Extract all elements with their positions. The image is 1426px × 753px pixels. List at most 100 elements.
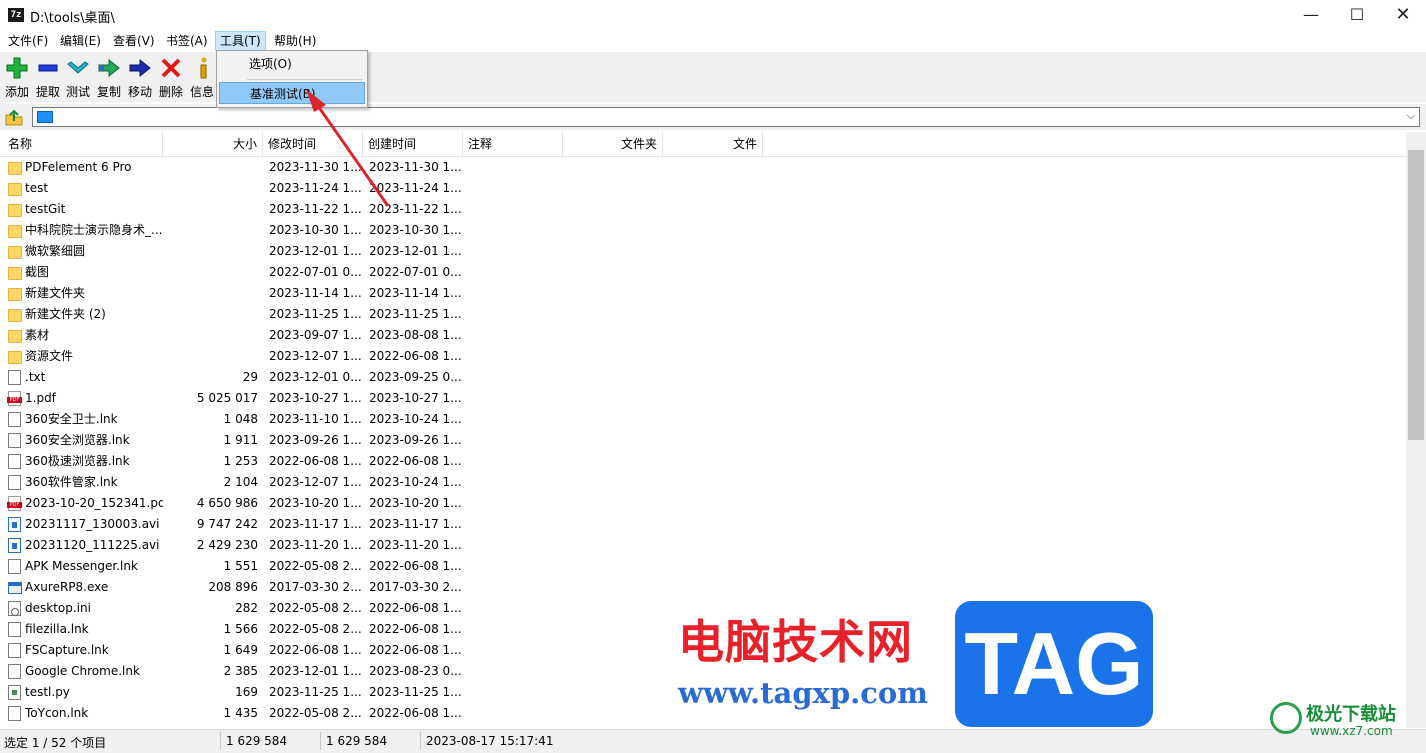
cell-created: 2022-06-08 1... <box>369 601 461 615</box>
extract-label: 提取 <box>35 85 60 99</box>
status-divider <box>420 732 421 750</box>
table-row[interactable]: 360极速浏览器.lnk 1 253 2022-06-08 1... 2022-06-… <box>0 451 1406 472</box>
folder-icon <box>8 330 22 343</box>
menu-help[interactable]: 帮助(H) <box>270 32 320 50</box>
col-comment[interactable]: 注释 <box>463 132 563 156</box>
table-row[interactable]: .txt 29 2023-12-01 0... 2023-09-25 0... <box>0 367 1406 388</box>
toolbar: 添加 提取 测试 复制 移动 删除 信息 <box>0 52 1426 102</box>
cell-modified: 2022-06-08 1... <box>269 454 361 468</box>
table-row[interactable]: 20231117_130003.avi 9 747 242 2023-11-17 1… <box>0 514 1406 535</box>
table-row[interactable]: 360安全浏览器.lnk 1 911 2023-09-26 1... 2023-09-… <box>0 430 1406 451</box>
cell-name: FSCapture.lnk <box>25 643 109 657</box>
scrollbar-thumb[interactable] <box>1408 150 1424 440</box>
file-icon <box>8 412 21 427</box>
copy-button[interactable]: 复制 <box>94 56 124 100</box>
cell-modified: 2023-11-24 1... <box>269 181 361 195</box>
col-files[interactable]: 文件 <box>663 132 763 156</box>
cell-modified: 2023-11-25 1... <box>269 685 361 699</box>
path-input[interactable]: ⌵ <box>32 107 1420 127</box>
cell-created: 2023-11-22 1... <box>369 202 461 216</box>
table-row[interactable]: 360软件管家.lnk 2 104 2023-12-07 1... 2023-10-2… <box>0 472 1406 493</box>
table-row[interactable]: APK Messenger.lnk 1 551 2022-05-08 2... 202… <box>0 556 1406 577</box>
pdf-icon <box>7 496 22 511</box>
cell-created: 2023-11-24 1... <box>369 181 461 195</box>
cell-name: 360安全浏览器.lnk <box>25 433 130 447</box>
table-row[interactable]: test 2023-11-24 1... 2023-11-24 1... <box>0 178 1406 199</box>
cell-size: 1 048 <box>223 412 258 426</box>
table-row[interactable]: PDFelement 6 Pro 2023-11-30 1... 2023-11-3… <box>0 157 1406 178</box>
info-button[interactable]: 信息 <box>187 56 217 100</box>
menu-item-benchmark[interactable]: 基准测试(B) <box>219 82 365 104</box>
cell-size: 169 <box>235 685 258 699</box>
table-row[interactable]: 2023-10-20_152341.pdf 4 650 986 2023-10-20… <box>0 493 1406 514</box>
add-label: 添加 <box>4 85 29 99</box>
maximize-button[interactable]: ☐ <box>1334 0 1380 30</box>
menu-file[interactable]: 文件(F) <box>4 32 52 50</box>
delete-button[interactable]: 删除 <box>156 56 186 100</box>
table-row[interactable]: AxureRP8.exe 208 896 2017-03-30 2... 2017-0… <box>0 577 1406 598</box>
table-row[interactable]: 20231120_111225.avi 2 429 230 2023-11-20 1… <box>0 535 1406 556</box>
table-row[interactable]: 新建文件夹 2023-11-14 1... 2023-11-14 1... <box>0 283 1406 304</box>
cell-size: 9 747 242 <box>196 517 258 531</box>
menu-bar: 文件(F) 编辑(E) 查看(V) 书签(A) 工具(T) 帮助(H) <box>0 30 1426 53</box>
cell-size: 1 649 <box>223 643 258 657</box>
cell-name: 新建文件夹 (2) <box>25 307 106 321</box>
table-row[interactable]: 素材 2023-09-07 1... 2023-08-08 1... <box>0 325 1406 346</box>
title-bar: 7z D:\tools\桌面\ — ☐ ✕ <box>0 0 1426 30</box>
col-name[interactable]: 名称 <box>3 132 163 156</box>
menu-item-options[interactable]: 选项(O) <box>219 53 365 75</box>
file-icon <box>8 475 21 490</box>
status-size-total: 1 629 584 <box>326 734 388 748</box>
menu-view[interactable]: 查看(V) <box>109 32 159 50</box>
cell-name: 20231117_130003.avi <box>25 517 160 531</box>
chevron-down-icon[interactable]: ⌵ <box>1407 109 1415 123</box>
table-row[interactable]: 微软繁细圆 2023-12-01 1... 2023-12-01 1... <box>0 241 1406 262</box>
cell-size: 2 104 <box>223 475 258 489</box>
cell-modified: 2023-11-10 1... <box>269 412 361 426</box>
cell-size: 1 551 <box>223 559 258 573</box>
address-bar: ⌵ <box>0 104 1426 130</box>
cell-modified: 2023-11-20 1... <box>269 538 361 552</box>
table-row[interactable]: 360安全卫士.lnk 1 048 2023-11-10 1... 2023-10-2… <box>0 409 1406 430</box>
cell-size: 282 <box>235 601 258 615</box>
col-created[interactable]: 创建时间 <box>363 132 463 156</box>
col-folders[interactable]: 文件夹 <box>563 132 663 156</box>
cell-modified: 2022-06-08 1... <box>269 643 361 657</box>
menu-separator <box>247 79 363 80</box>
menu-tools[interactable]: 工具(T) <box>215 31 266 51</box>
py-icon <box>8 685 21 700</box>
col-modified[interactable]: 修改时间 <box>263 132 363 156</box>
list-header: 名称 大小 修改时间 创建时间 注释 文件夹 文件 <box>0 132 1406 157</box>
table-row[interactable]: testGit 2023-11-22 1... 2023-11-22 1... <box>0 199 1406 220</box>
cell-size <box>163 325 258 346</box>
table-row[interactable]: 1.pdf 5 025 017 2023-10-27 1... 2023-10-27 … <box>0 388 1406 409</box>
menu-bookmarks[interactable]: 书签(A) <box>162 32 212 50</box>
cell-modified: 2023-11-14 1... <box>269 286 361 300</box>
test-label: 测试 <box>65 85 90 99</box>
menu-edit[interactable]: 编辑(E) <box>56 32 105 50</box>
cell-size: 2 429 230 <box>196 538 258 552</box>
minimize-button[interactable]: — <box>1288 0 1334 30</box>
table-row[interactable]: 中科院院士演示隐身术_... 2023-10-30 1... 2023-10-30 … <box>0 220 1406 241</box>
up-folder-icon[interactable] <box>4 107 24 127</box>
cell-modified: 2022-05-08 2... <box>269 622 361 636</box>
col-size[interactable]: 大小 <box>163 132 263 156</box>
table-row[interactable]: 资源文件 2023-12-07 1... 2022-06-08 1... <box>0 346 1406 367</box>
cell-created: 2022-06-08 1... <box>369 454 461 468</box>
test-button[interactable]: 测试 <box>63 56 93 100</box>
avi-icon <box>8 538 21 553</box>
info-label: 信息 <box>189 85 214 99</box>
extract-button[interactable]: 提取 <box>33 56 63 100</box>
add-icon <box>6 57 28 79</box>
cell-created: 2017-03-30 2... <box>369 580 461 594</box>
table-row[interactable]: 截图 2022-07-01 0... 2022-07-01 0... <box>0 262 1406 283</box>
add-button[interactable]: 添加 <box>2 56 32 100</box>
vertical-scrollbar[interactable] <box>1406 132 1426 728</box>
move-button[interactable]: 移动 <box>125 56 155 100</box>
cell-modified: 2023-12-07 1... <box>269 349 361 363</box>
cell-name: testGit <box>25 202 66 216</box>
table-row[interactable]: 新建文件夹 (2) 2023-11-25 1... 2023-11-25 1... <box>0 304 1406 325</box>
close-button[interactable]: ✕ <box>1380 0 1426 30</box>
cell-created: 2023-11-30 1... <box>369 160 461 174</box>
cell-created: 2023-11-25 1... <box>369 685 461 699</box>
